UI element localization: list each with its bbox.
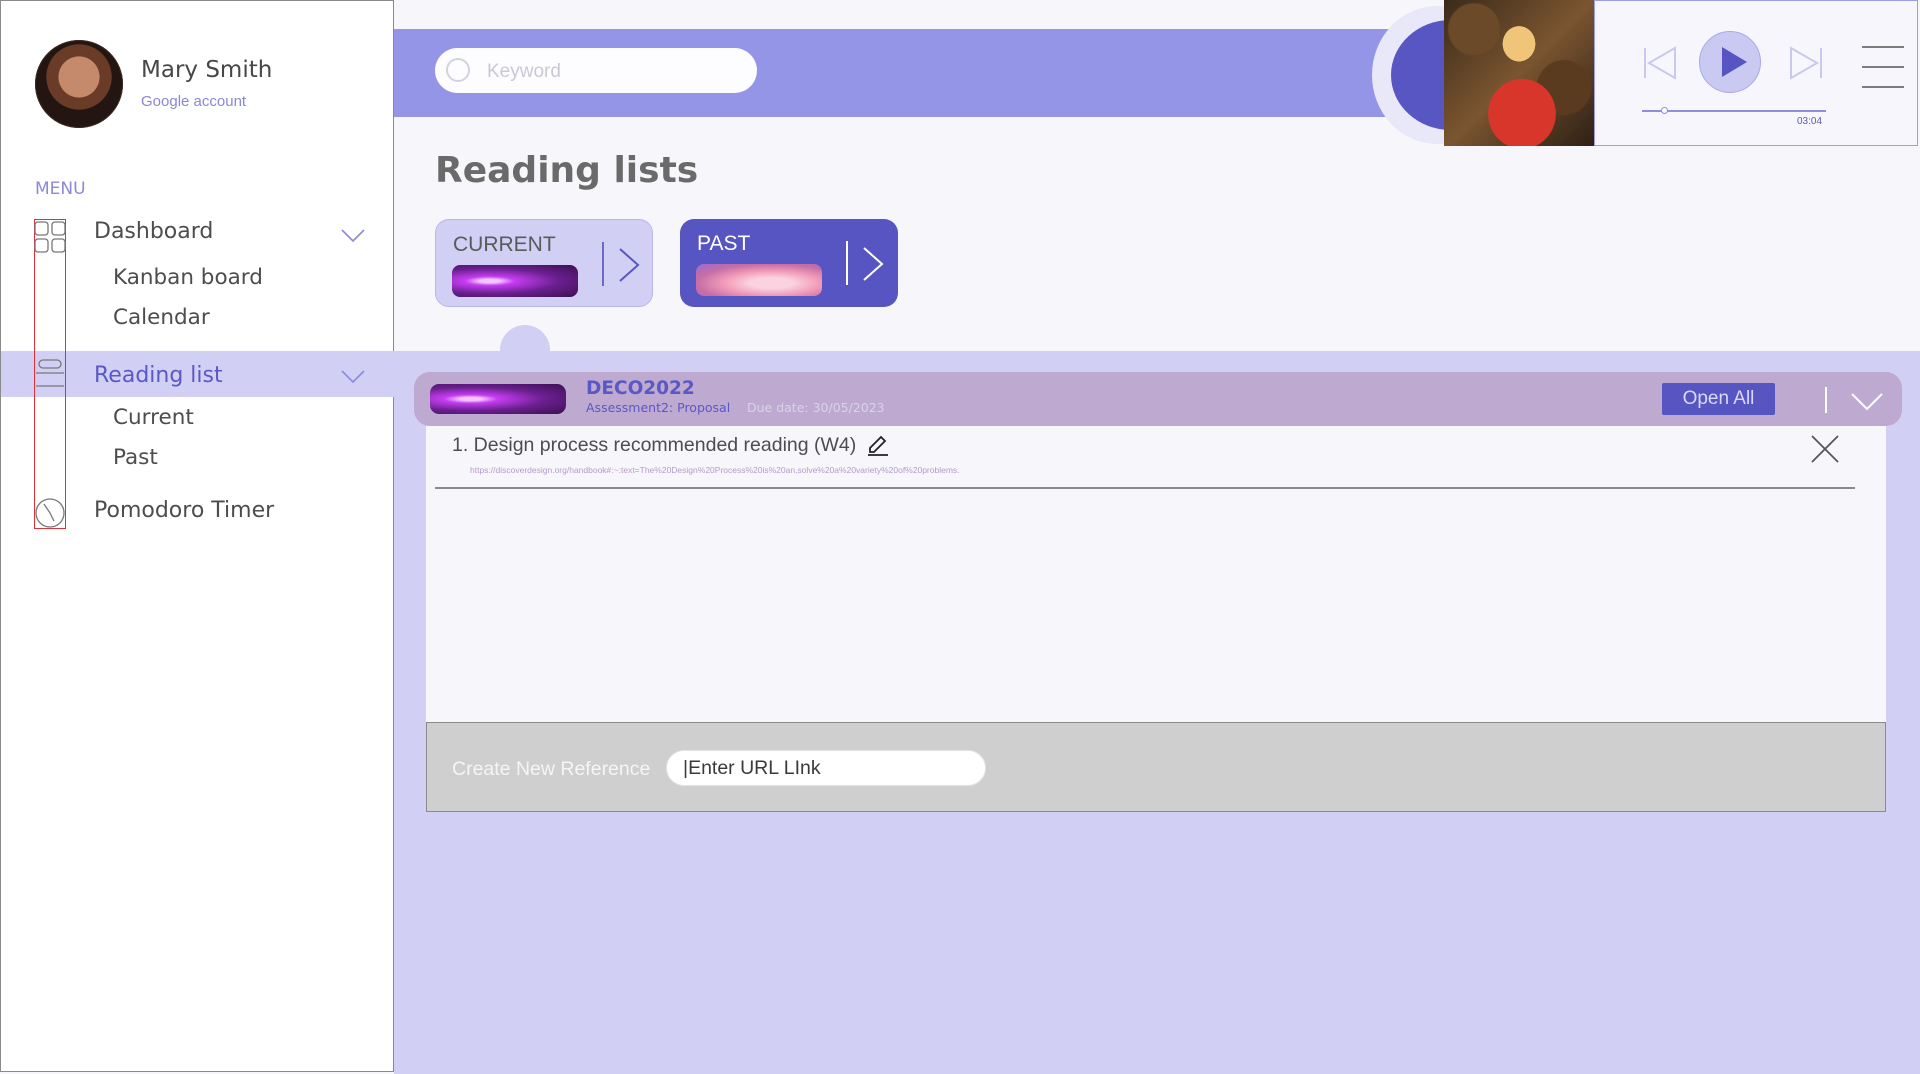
skip-previous-icon[interactable]: [1642, 46, 1678, 80]
menu-label: MENU: [35, 179, 86, 199]
card-label: PAST: [697, 232, 751, 255]
card-label: CURRENT: [453, 233, 556, 256]
reference-title[interactable]: 1. Design process recommended reading (W…: [452, 434, 856, 457]
card-divider: [846, 241, 848, 285]
card-thumbnail: [696, 264, 822, 296]
close-icon[interactable]: [1810, 434, 1840, 464]
skip-next-icon[interactable]: [1788, 46, 1824, 80]
card-divider: [602, 242, 604, 286]
sidebar-item-calendar[interactable]: Calendar: [113, 305, 210, 330]
chevron-down-icon[interactable]: [341, 369, 365, 385]
play-icon[interactable]: [1720, 46, 1748, 78]
header-divider: [1825, 387, 1827, 413]
chevron-down-icon[interactable]: [1850, 392, 1884, 412]
card-thumbnail: [452, 265, 578, 297]
page-title: Reading lists: [435, 150, 699, 191]
url-input[interactable]: [666, 750, 986, 786]
assessment-label: Assessment2: Proposal: [586, 400, 731, 415]
playback-time: 03:04: [1797, 116, 1823, 127]
chevron-right-icon[interactable]: [860, 246, 886, 282]
sidebar: Mary Smith Google account MENU Dashboard…: [0, 0, 395, 1072]
user-avatar[interactable]: [35, 40, 123, 128]
chevron-down-icon[interactable]: [341, 228, 365, 244]
sidebar-item-kanban-board[interactable]: Kanban board: [113, 265, 263, 290]
current-list-card[interactable]: CURRENT: [435, 219, 653, 307]
user-account-type: Google account: [141, 93, 247, 110]
reference-url[interactable]: https://discoverdesign.org/handbook#:~:t…: [470, 465, 960, 475]
chevron-right-icon[interactable]: [616, 247, 642, 283]
course-thumbnail: [430, 384, 566, 414]
hamburger-menu-icon[interactable]: [1862, 44, 1904, 90]
sidebar-item-reading-list[interactable]: Reading list: [94, 363, 223, 388]
sidebar-item-current[interactable]: Current: [113, 405, 194, 430]
course-code: DECO2022: [586, 378, 695, 399]
open-all-button[interactable]: Open All: [1662, 383, 1775, 415]
sidebar-item-pomodoro-timer[interactable]: Pomodoro Timer: [94, 498, 274, 523]
reference-divider: [435, 487, 1855, 489]
past-list-card[interactable]: PAST: [680, 219, 898, 307]
album-art[interactable]: [1444, 0, 1594, 146]
user-name: Mary Smith: [141, 57, 273, 83]
search-input[interactable]: [485, 58, 739, 86]
create-reference-label: Create New Reference: [452, 758, 651, 780]
playback-progress-bar[interactable]: [1642, 110, 1826, 112]
sidebar-item-dashboard[interactable]: Dashboard: [94, 219, 213, 244]
book-icon: [36, 359, 64, 387]
clock-icon: [35, 498, 65, 528]
dashboard-grid-icon: [34, 221, 66, 253]
sidebar-item-past[interactable]: Past: [113, 445, 158, 470]
due-date: Due date: 30/05/2023: [747, 400, 885, 415]
edit-pencil-icon[interactable]: [866, 432, 890, 456]
search-icon: [446, 58, 470, 82]
